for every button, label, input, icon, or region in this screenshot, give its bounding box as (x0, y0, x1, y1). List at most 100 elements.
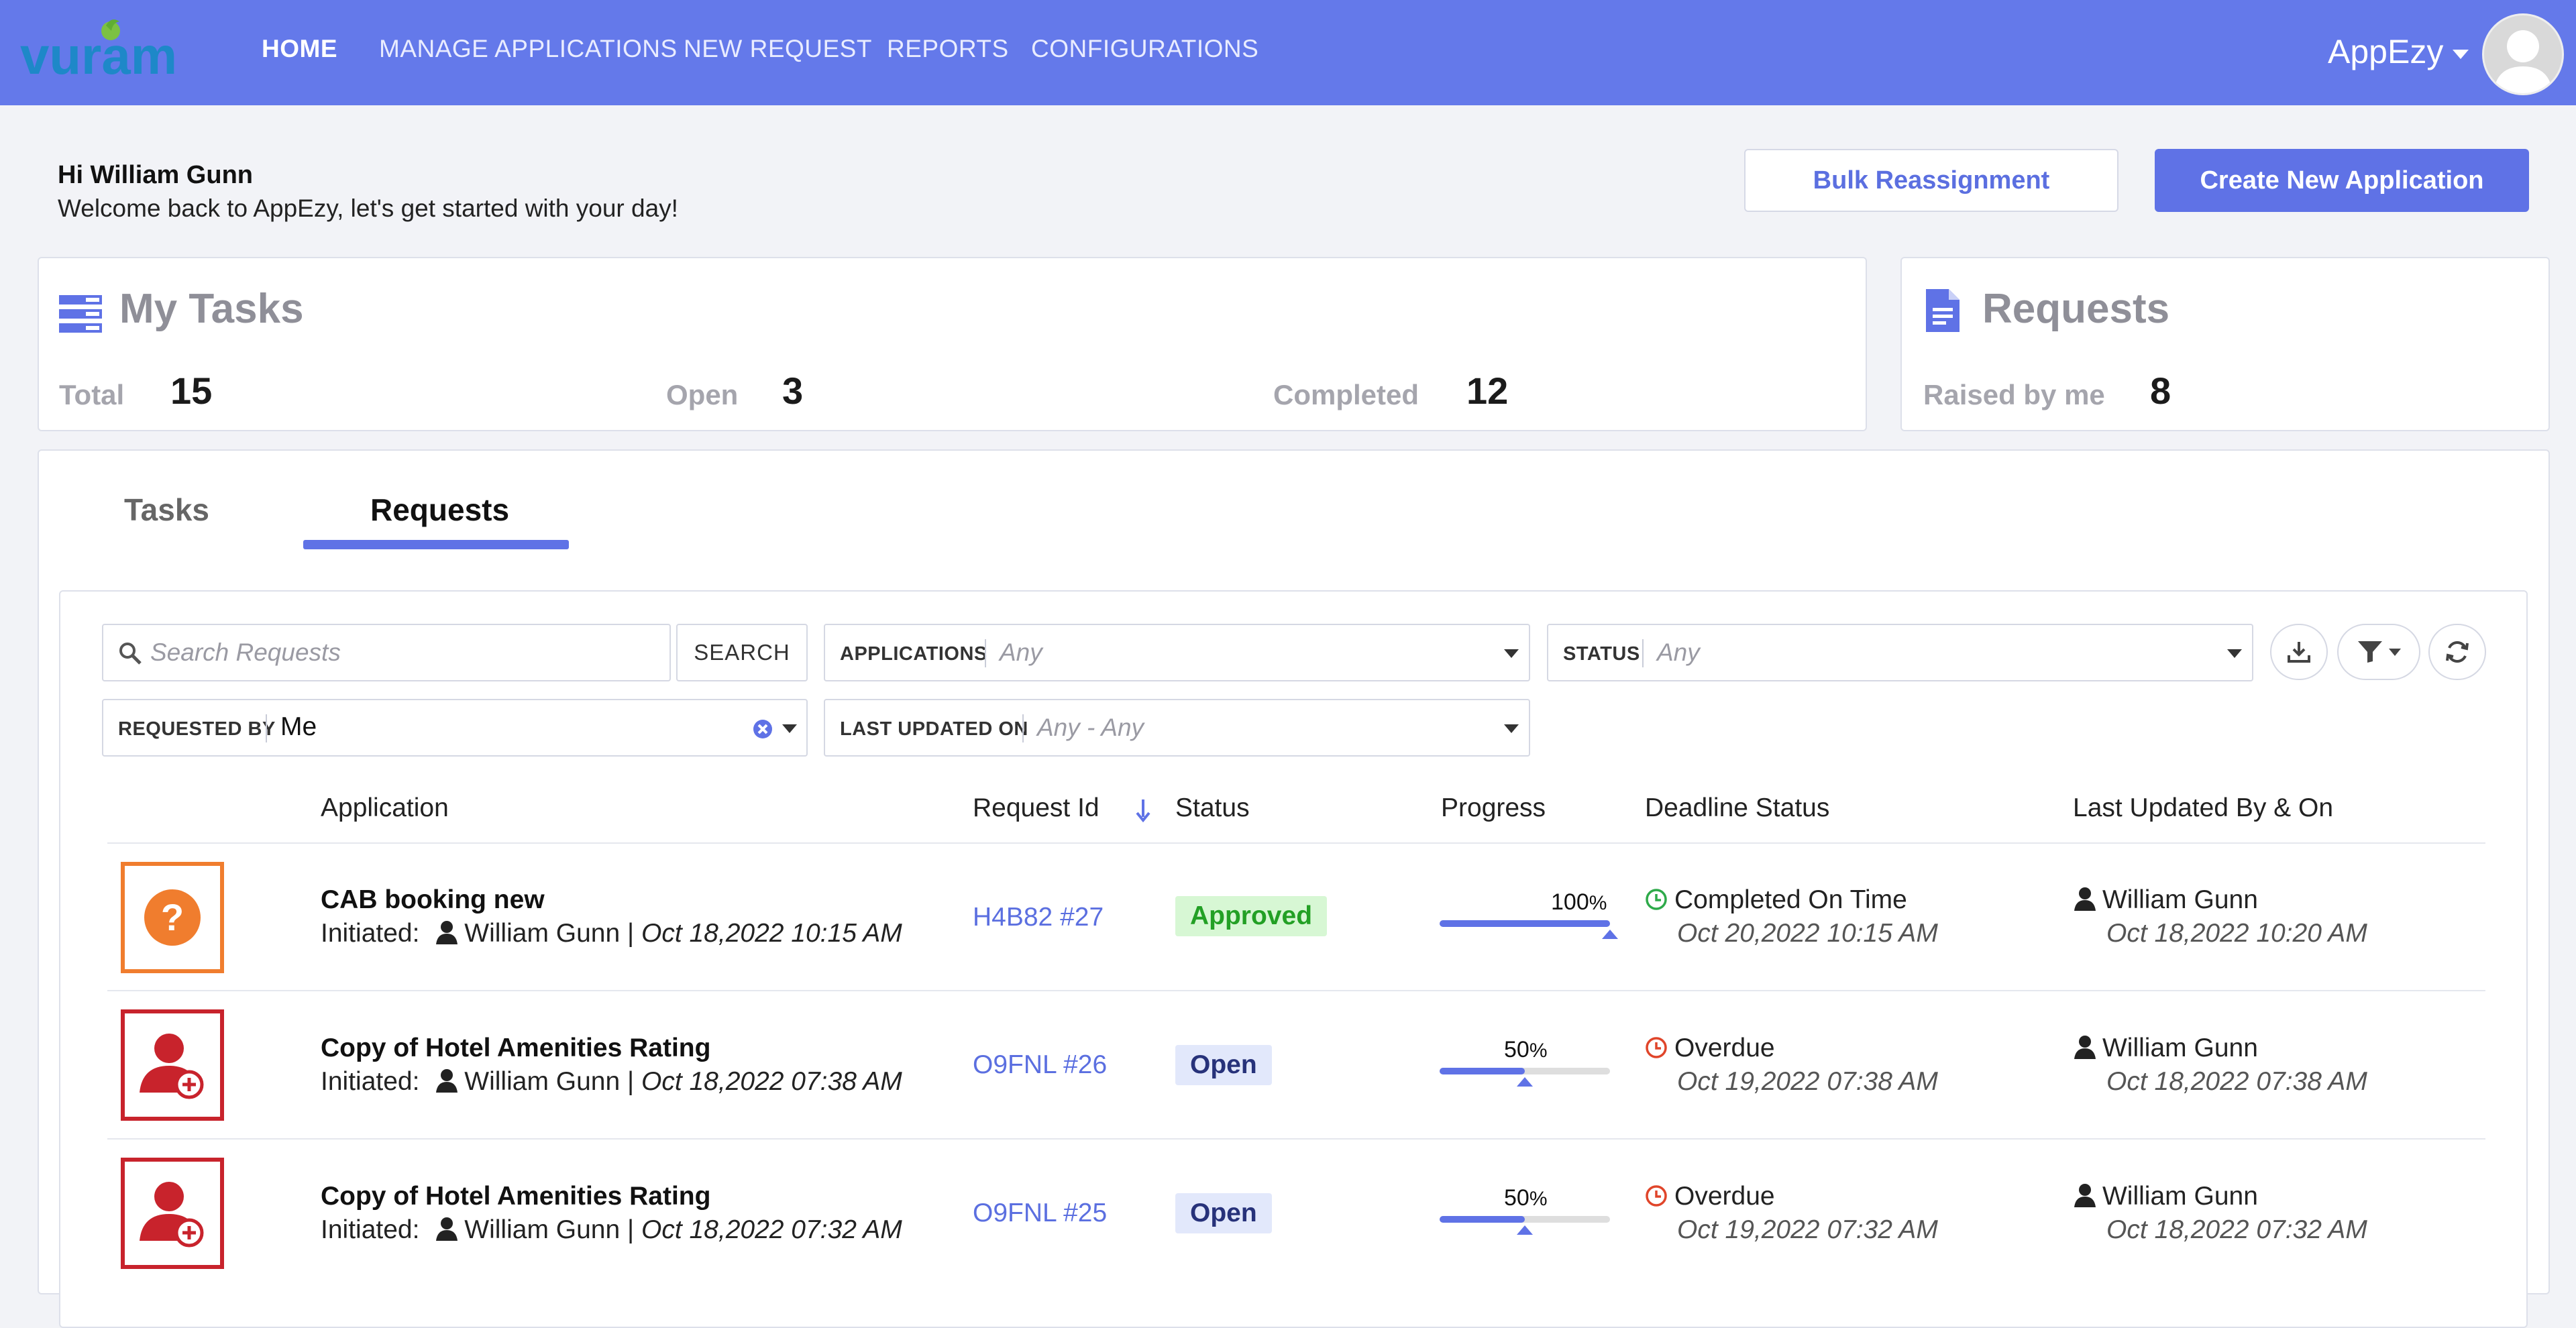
chevron-down-icon (2227, 649, 2242, 658)
nav-reports[interactable]: REPORTS (887, 35, 1009, 63)
deadline-status: Overdue (1645, 1182, 1775, 1211)
logo-text: vuram (20, 26, 177, 85)
bulk-reassignment-button[interactable]: Bulk Reassignment (1744, 149, 2118, 212)
progress-percent: 50% (1504, 1185, 1548, 1211)
search-icon (119, 643, 142, 665)
nav-manage-applications[interactable]: MANAGE APPLICATIONS (379, 35, 678, 63)
svg-text:?: ? (161, 896, 184, 938)
user-silhouette-icon (2493, 30, 2553, 93)
user-menu-label: AppEzy (2328, 33, 2444, 70)
application-icon[interactable]: ? (121, 862, 224, 973)
sort-down-arrow-icon[interactable] (1135, 798, 1151, 822)
application-name[interactable]: Copy of Hotel Amenities Rating (321, 1182, 710, 1211)
application-icon[interactable] (121, 1009, 224, 1121)
question-icon: ? (144, 889, 201, 946)
initiated-info: Initiated: William Gunn | Oct 18,2022 10… (321, 919, 902, 948)
nav-new-request[interactable]: NEW REQUEST (684, 35, 872, 63)
last-updated-by: William Gunn (2074, 1034, 2258, 1063)
header-request-id[interactable]: Request Id (973, 793, 1099, 823)
status-label: STATUS (1563, 643, 1640, 665)
vuram-logo[interactable]: vuram (20, 19, 195, 86)
total-value: 15 (170, 370, 213, 412)
clear-icon[interactable] (753, 719, 773, 739)
filter-menu-button[interactable] (2337, 624, 2420, 680)
request-id-link[interactable]: O9FNL #26 (973, 1050, 1107, 1080)
raised-by-me-label: Raised by me (1923, 379, 2105, 410)
my-tasks-title: My Tasks (119, 286, 304, 332)
progress-bar (1440, 1068, 1610, 1074)
search-input[interactable]: Search Requests (102, 624, 671, 681)
header-deadline-status: Deadline Status (1645, 793, 1830, 822)
header-progress: Progress (1441, 793, 1546, 822)
request-id-link[interactable]: H4B82 #27 (973, 903, 1104, 932)
last-updated-on: Oct 18,2022 07:32 AM (2106, 1215, 2367, 1244)
requested-by-filter[interactable]: REQUESTED BY Me (102, 699, 808, 757)
avatar[interactable] (2482, 13, 2564, 95)
initiated-info: Initiated: William Gunn | Oct 18,2022 07… (321, 1067, 902, 1096)
last-updated-value: Any - Any (1037, 714, 1144, 741)
application-name[interactable]: CAB booking new (321, 885, 545, 915)
filter-icon (2358, 641, 2382, 663)
status-badge: Open (1175, 1193, 1272, 1233)
application-icon[interactable] (121, 1158, 224, 1269)
progress-marker (1602, 930, 1618, 939)
greeting-name: Hi William Gunn (58, 161, 253, 189)
active-tab-indicator (303, 540, 569, 549)
download-icon (2288, 642, 2310, 663)
user-icon (2074, 1184, 2096, 1207)
download-button[interactable] (2270, 624, 2328, 680)
refresh-button[interactable] (2428, 624, 2486, 680)
header-status: Status (1175, 793, 1250, 822)
progress-percent: 50% (1504, 1037, 1548, 1062)
applications-value: Any (1000, 639, 1042, 666)
request-id-link[interactable]: O9FNL #25 (973, 1199, 1107, 1228)
nav-configurations[interactable]: CONFIGURATIONS (1031, 35, 1258, 63)
user-menu[interactable]: AppEzy (2328, 32, 2469, 71)
greeting-subtitle: Welcome back to AppEzy, let's get starte… (58, 195, 678, 222)
clock-icon (1646, 889, 1667, 910)
refresh-icon (2446, 641, 2469, 663)
completed-value: 12 (1466, 370, 1509, 412)
applications-filter[interactable]: APPLICATIONS Any (824, 624, 1530, 681)
applications-label: APPLICATIONS (840, 643, 987, 665)
user-add-icon (140, 1182, 204, 1248)
last-updated-by: William Gunn (2074, 885, 2258, 915)
deadline-status: Completed On Time (1645, 885, 1907, 915)
chevron-down-icon (1504, 724, 1519, 733)
last-updated-filter[interactable]: LAST UPDATED ON Any - Any (824, 699, 1530, 757)
requests-card-title: Requests (1982, 286, 2170, 332)
requests-card: Requests Raised by me 8 (1900, 257, 2550, 431)
tab-requests[interactable]: Requests (370, 492, 509, 528)
chevron-down-icon (2453, 49, 2469, 59)
last-updated-label: LAST UPDATED ON (840, 718, 1028, 740)
top-navbar: vuram HOME MANAGE APPLICATIONS NEW REQUE… (0, 0, 2576, 105)
last-updated-by: William Gunn (2074, 1182, 2258, 1211)
open-label: Open (666, 379, 739, 410)
deadline-status: Overdue (1645, 1034, 1775, 1063)
my-tasks-card: My Tasks Total 15 Open 3 Completed 12 (38, 257, 1867, 431)
user-icon (2074, 1036, 2096, 1059)
status-filter[interactable]: STATUS Any (1547, 624, 2253, 681)
completed-label: Completed (1273, 379, 1419, 410)
header-application: Application (321, 793, 449, 822)
application-name[interactable]: Copy of Hotel Amenities Rating (321, 1034, 710, 1063)
initiated-info: Initiated: William Gunn | Oct 18,2022 07… (321, 1215, 902, 1244)
user-icon (2074, 887, 2096, 911)
chevron-down-icon (782, 724, 797, 733)
clock-icon (1646, 1185, 1667, 1207)
create-new-application-button[interactable]: Create New Application (2155, 149, 2529, 212)
progress-percent: 100% (1551, 889, 1607, 915)
last-updated-on: Oct 18,2022 07:38 AM (2106, 1067, 2367, 1096)
search-button[interactable]: SEARCH (676, 624, 808, 681)
status-badge: Approved (1175, 896, 1328, 936)
open-value: 3 (782, 370, 804, 412)
raised-by-me-value: 8 (2150, 370, 2171, 412)
deadline-date: Oct 19,2022 07:32 AM (1677, 1215, 1938, 1244)
chevron-down-icon (1504, 649, 1519, 658)
status-value: Any (1657, 639, 1700, 666)
header-last-updated: Last Updated By & On (2073, 793, 2334, 822)
nav-home[interactable]: HOME (262, 35, 337, 63)
user-icon (436, 1217, 458, 1241)
tab-tasks[interactable]: Tasks (124, 492, 209, 528)
chevron-down-icon (2389, 648, 2401, 656)
